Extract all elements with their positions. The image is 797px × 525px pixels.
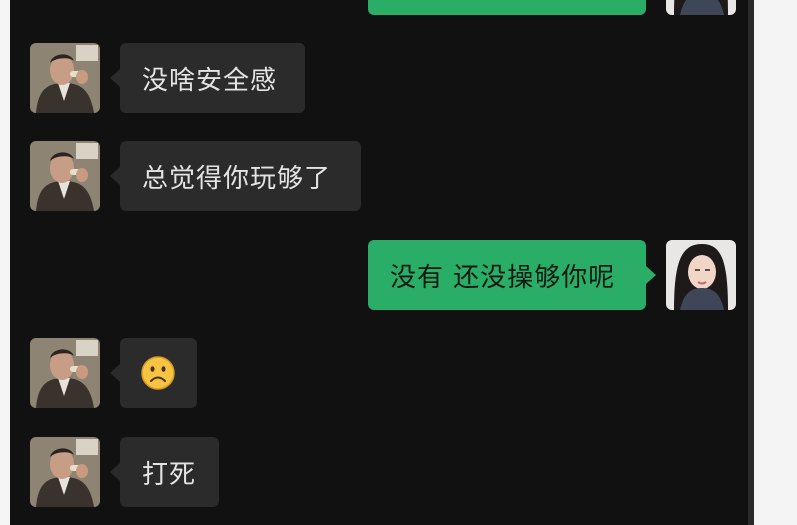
user-avatar-image bbox=[666, 240, 736, 310]
frowning-face-emoji-icon bbox=[141, 356, 175, 390]
incoming-message-bubble[interactable]: 打死 bbox=[110, 437, 219, 507]
contact-avatar[interactable] bbox=[30, 141, 100, 211]
message-text: 没啥安全感 bbox=[142, 65, 278, 96]
contact-avatar-image bbox=[30, 141, 100, 211]
outgoing-message-bubble[interactable]: 没有 还没操够你呢 bbox=[368, 240, 656, 310]
message-text: 总觉得你玩够了 bbox=[142, 163, 332, 194]
incoming-message-bubble[interactable]: 没啥安全感 bbox=[110, 43, 305, 113]
outgoing-message-bubble[interactable] bbox=[368, 0, 646, 15]
contact-avatar[interactable] bbox=[30, 338, 100, 408]
incoming-message-bubble[interactable] bbox=[110, 338, 197, 408]
right-margin bbox=[754, 0, 797, 525]
user-avatar-image bbox=[666, 0, 736, 15]
message-text: 打死 bbox=[142, 459, 197, 490]
left-margin bbox=[0, 0, 10, 525]
contact-avatar-image bbox=[30, 338, 100, 408]
contact-avatar-image bbox=[30, 43, 100, 113]
contact-avatar-image bbox=[30, 437, 100, 507]
message-text: 没有 还没操够你呢 bbox=[390, 262, 616, 293]
user-avatar[interactable] bbox=[666, 240, 736, 310]
contact-avatar[interactable] bbox=[30, 43, 100, 113]
user-avatar[interactable] bbox=[666, 0, 736, 15]
incoming-message-bubble[interactable]: 总觉得你玩够了 bbox=[110, 141, 361, 211]
chat-message-list[interactable]: 没啥安全感 总觉得你玩够了 没有 还没操够你呢 打死 bbox=[10, 0, 748, 525]
contact-avatar[interactable] bbox=[30, 437, 100, 507]
